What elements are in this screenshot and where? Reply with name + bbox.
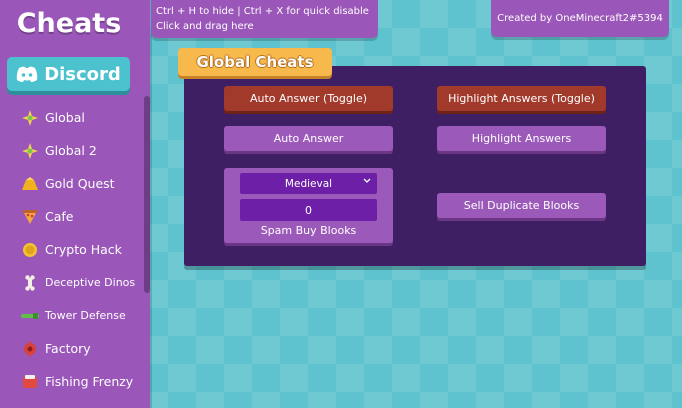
sidebar-item-factory[interactable]: Factory — [0, 332, 145, 365]
box-select-dropdown[interactable]: Medieval — [240, 173, 377, 194]
discord-icon — [16, 66, 38, 82]
coin-icon — [21, 241, 39, 259]
factory-icon — [21, 340, 39, 358]
drag-handle-bar[interactable]: Ctrl + H to hide | Ctrl + X for quick di… — [151, 0, 378, 38]
pizza-icon — [21, 208, 39, 226]
bone-icon — [21, 274, 39, 292]
credit-text: Created by OneMinecraft2#5394 — [497, 13, 663, 24]
sidebar-item-label: Tower Defense — [45, 309, 126, 322]
chevron-down-icon — [363, 177, 371, 187]
tower-icon — [21, 307, 39, 325]
hint-shortcuts: Ctrl + H to hide | Ctrl + X for quick di… — [156, 6, 369, 17]
sidebar-item-gold-quest[interactable]: Gold Quest — [0, 167, 145, 200]
sidebar-item-label: Crypto Hack — [45, 242, 122, 257]
gold-icon — [21, 175, 39, 193]
sidebar-scrollbar[interactable] — [144, 96, 150, 293]
discord-label: Discord — [44, 63, 121, 85]
sidebar-item-label: Factory — [45, 341, 91, 356]
sidebar-item-label: Gold Quest — [45, 176, 115, 191]
sidebar-item-crypto-hack[interactable]: Crypto Hack — [0, 233, 145, 266]
credit-bar: Created by OneMinecraft2#5394 — [491, 0, 669, 37]
sidebar-item-tower-defense[interactable]: Tower Defense — [0, 299, 145, 332]
highlight-answers-toggle-button[interactable]: Highlight Answers (Toggle) — [437, 86, 606, 111]
sidebar-item-label: Global — [45, 110, 85, 125]
highlight-answers-button[interactable]: Highlight Answers — [437, 126, 606, 151]
spam-buy-blooks-label[interactable]: Spam Buy Blooks — [224, 224, 393, 240]
sidebar-item-label: Deceptive Dinos — [45, 276, 136, 289]
buy-amount-input[interactable]: 0 — [240, 199, 377, 221]
sidebar-item-fishing-frenzy[interactable]: Fishing Frenzy — [0, 365, 145, 398]
sidebar-item-label: Fishing Frenzy — [45, 374, 134, 389]
fish-icon — [21, 373, 39, 391]
sell-duplicate-blooks-button[interactable]: Sell Duplicate Blooks — [437, 193, 606, 218]
sparkle-icon — [21, 142, 39, 160]
sidebar-title: Cheats — [16, 8, 122, 39]
sidebar: Cheats Discord Global Global 2 Gold Ques… — [0, 0, 150, 408]
hint-drag: Click and drag here — [156, 21, 254, 32]
select-value: Medieval — [284, 177, 333, 190]
sidebar-item-label: Global 2 — [45, 143, 97, 158]
sidebar-item-deceptive-dinos[interactable]: Deceptive Dinos — [0, 266, 145, 299]
sidebar-item-global[interactable]: Global — [0, 101, 145, 134]
sidebar-item-cafe[interactable]: Cafe — [0, 200, 145, 233]
sidebar-item-label: Cafe — [45, 209, 74, 224]
panel-tab-global-cheats: Global Cheats — [178, 48, 332, 76]
auto-answer-toggle-button[interactable]: Auto Answer (Toggle) — [224, 86, 393, 111]
auto-answer-button[interactable]: Auto Answer — [224, 126, 393, 151]
sidebar-nav: Global Global 2 Gold Quest Cafe Crypto H… — [0, 101, 145, 398]
sidebar-item-global-2[interactable]: Global 2 — [0, 134, 145, 167]
sparkle-icon — [21, 109, 39, 127]
discord-button[interactable]: Discord — [7, 57, 130, 91]
